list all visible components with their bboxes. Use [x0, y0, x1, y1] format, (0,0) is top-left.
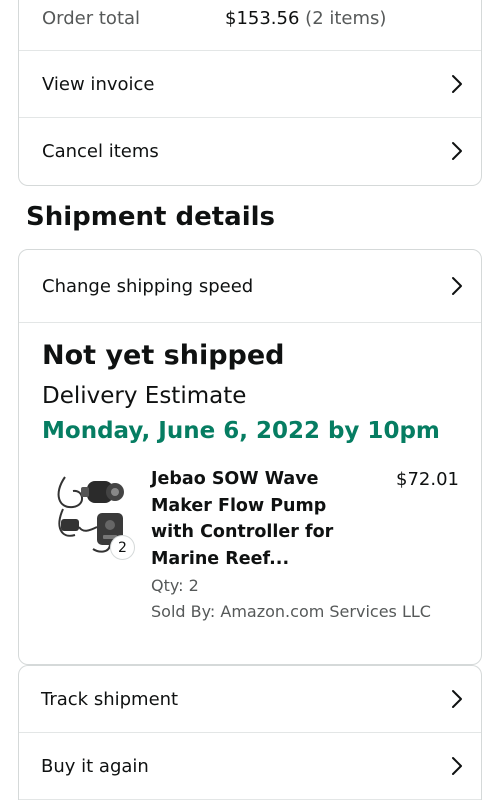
- order-total-value: $153.56 (2 items): [225, 8, 386, 29]
- order-total-items: (2 items): [305, 8, 387, 29]
- product-quantity: Qty: 2: [151, 576, 199, 595]
- product-title-link[interactable]: Jebao SOW Wave Maker Flow Pump with Cont…: [151, 466, 347, 572]
- shipment-details-title: Shipment details: [26, 202, 275, 232]
- quantity-badge: 2: [110, 535, 135, 560]
- shipment-status: Not yet shipped: [42, 340, 285, 371]
- cancel-items-label: Cancel items: [42, 140, 159, 162]
- order-total-label: Order total: [42, 8, 141, 29]
- change-shipping-speed-label: Change shipping speed: [42, 275, 254, 297]
- order-total-amount: $153.56: [225, 8, 300, 29]
- change-shipping-speed-row[interactable]: Change shipping speed: [19, 250, 481, 322]
- product-seller: Sold By: Amazon.com Services LLC: [151, 602, 431, 621]
- delivery-estimate-date: Monday, June 6, 2022 by 10pm: [42, 418, 440, 444]
- shipment-card: Change shipping speed Not yet shipped De…: [18, 249, 482, 665]
- chevron-right-icon: [449, 140, 465, 162]
- track-shipment-row[interactable]: Track shipment: [19, 666, 481, 732]
- shipment-actions-card: Track shipment Buy it again: [18, 665, 482, 800]
- order-summary-card: Order total $153.56 (2 items) View invoi…: [18, 0, 482, 186]
- view-invoice-label: View invoice: [42, 73, 155, 95]
- chevron-right-icon: [449, 73, 465, 95]
- view-invoice-row[interactable]: View invoice: [19, 51, 481, 117]
- cancel-items-row[interactable]: Cancel items: [19, 118, 481, 184]
- product-price: $72.01: [396, 469, 459, 490]
- chevron-right-icon: [449, 688, 465, 710]
- chevron-right-icon: [449, 755, 465, 777]
- buy-it-again-row[interactable]: Buy it again: [19, 733, 481, 799]
- buy-it-again-label: Buy it again: [41, 755, 149, 777]
- delivery-estimate-label: Delivery Estimate: [42, 383, 247, 409]
- divider: [19, 322, 481, 323]
- track-shipment-label: Track shipment: [41, 688, 179, 710]
- chevron-right-icon: [449, 275, 465, 297]
